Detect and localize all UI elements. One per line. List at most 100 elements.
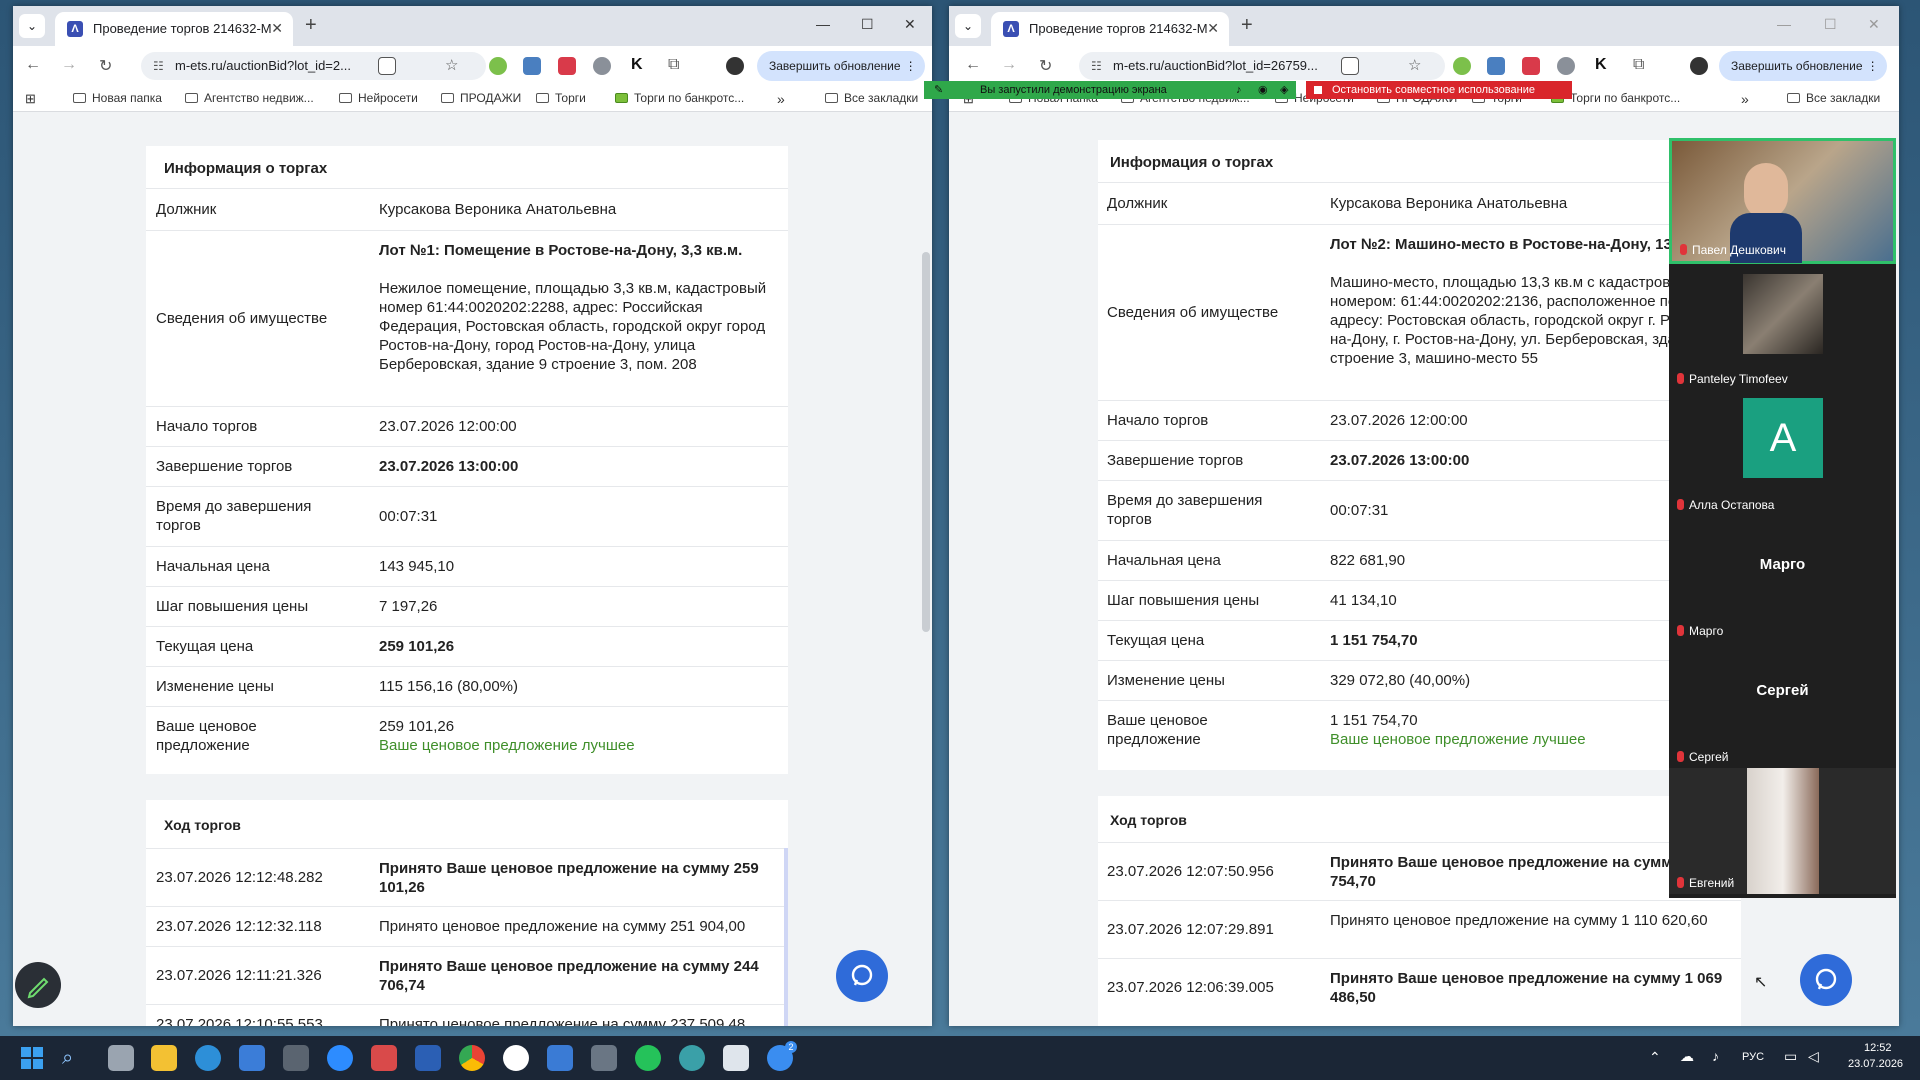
- minimize-icon[interactable]: —: [816, 16, 830, 32]
- maximize-icon[interactable]: ☐: [1824, 16, 1837, 33]
- pause-share-icon[interactable]: ◉: [1258, 81, 1268, 99]
- tab-search-chevron-icon[interactable]: ⌄: [955, 14, 981, 38]
- extensions-puzzle-icon[interactable]: ⧉: [1633, 56, 1644, 74]
- messenger-app-icon[interactable]: 2: [767, 1041, 797, 1071]
- tray-chevron-up-icon[interactable]: ⌃: [1649, 1049, 1661, 1066]
- back-arrow-icon[interactable]: ←: [965, 56, 981, 74]
- reload-icon[interactable]: ↻: [99, 56, 112, 76]
- install-app-icon[interactable]: [378, 57, 396, 75]
- extension-icon[interactable]: [1557, 57, 1575, 75]
- page-scrollbar[interactable]: [922, 252, 930, 632]
- stop-sharing-button[interactable]: Остановить совместное использование: [1306, 81, 1572, 99]
- history-scrollbar[interactable]: [784, 848, 788, 1026]
- extensions-puzzle-icon[interactable]: ⧉: [668, 56, 679, 74]
- extension-icon[interactable]: [558, 57, 576, 75]
- maximize-icon[interactable]: ☐: [861, 16, 874, 33]
- start-windows-icon[interactable]: [19, 1045, 45, 1071]
- profile-avatar[interactable]: [1690, 57, 1708, 75]
- search-icon[interactable]: ⌕: [62, 1045, 88, 1071]
- participant-tile[interactable]: Павел Дешкович: [1669, 138, 1896, 264]
- bookmark-folder[interactable]: Агентство недвиж...: [185, 91, 314, 105]
- extension-icon[interactable]: [489, 57, 507, 75]
- address-bar[interactable]: ☷ m-ets.ru/auctionBid?lot_id=2...: [141, 52, 486, 80]
- telegram-app-icon[interactable]: [371, 1045, 397, 1071]
- chrome-browser-icon[interactable]: [459, 1045, 485, 1071]
- pin-icon[interactable]: ✎: [934, 81, 943, 99]
- more-bookmarks-chevron-icon[interactable]: »: [1741, 91, 1749, 107]
- all-bookmarks[interactable]: Все закладки: [1787, 91, 1880, 105]
- file-explorer-icon[interactable]: [151, 1045, 177, 1071]
- share-notice[interactable]: ✎ Вы запустили демонстрацию экрана ♪ ◉ ◈: [924, 81, 1296, 99]
- apps-grid-icon[interactable]: ⊞: [25, 91, 36, 107]
- extension-icon[interactable]: [1487, 57, 1505, 75]
- clock-time[interactable]: 12:52: [1864, 1042, 1892, 1054]
- all-bookmarks[interactable]: Все закладки: [825, 91, 918, 105]
- extension-icon[interactable]: [1453, 57, 1471, 75]
- participant-tile[interactable]: Евгений: [1669, 768, 1896, 894]
- new-tab-plus-icon[interactable]: +: [305, 14, 317, 37]
- finish-update-button[interactable]: Завершить обновление ⋮: [757, 51, 925, 81]
- menu-dots-icon[interactable]: ⋮: [905, 51, 917, 81]
- more-bookmarks-chevron-icon[interactable]: »: [777, 91, 785, 107]
- site-info-icon[interactable]: ☷: [153, 52, 164, 80]
- zoom-app-icon[interactable]: [327, 1045, 353, 1071]
- tab-auction[interactable]: Λ Проведение торгов 214632-М ✕: [991, 12, 1229, 46]
- back-arrow-icon[interactable]: ←: [25, 56, 41, 74]
- notepad-icon[interactable]: [547, 1045, 573, 1071]
- install-app-icon[interactable]: [1341, 57, 1359, 75]
- bookmark-star-icon[interactable]: ☆: [1408, 56, 1421, 74]
- bookmark-folder[interactable]: Нейросети: [339, 91, 418, 105]
- bookmark-star-icon[interactable]: ☆: [445, 56, 458, 74]
- tab-search-chevron-icon[interactable]: ⌄: [19, 14, 45, 38]
- close-window-icon[interactable]: ✕: [904, 16, 916, 33]
- minimize-icon[interactable]: —: [1777, 16, 1791, 32]
- bookmark-link[interactable]: Торги по банкротс...: [615, 91, 744, 105]
- globe-app-icon[interactable]: [679, 1045, 705, 1071]
- participant-tile[interactable]: Сергей Сергей: [1669, 642, 1896, 768]
- whatsapp-icon[interactable]: [635, 1045, 661, 1071]
- finish-update-button[interactable]: Завершить обновление ⋮: [1719, 51, 1887, 81]
- chat-button[interactable]: [1800, 954, 1852, 1006]
- calculator-icon[interactable]: [591, 1045, 617, 1071]
- annotate-button[interactable]: [15, 962, 61, 1008]
- participant-tile[interactable]: A Алла Остапова: [1669, 390, 1896, 516]
- participant-tile[interactable]: Марго Марго: [1669, 516, 1896, 642]
- mic-icon[interactable]: ♪: [1236, 81, 1242, 99]
- camera-icon[interactable]: [283, 1045, 309, 1071]
- shield-icon[interactable]: ◈: [1280, 81, 1288, 99]
- extension-icon[interactable]: [523, 57, 541, 75]
- volume-icon[interactable]: ◁: [1808, 1048, 1819, 1065]
- clock-date[interactable]: 23.07.2026: [1848, 1058, 1903, 1070]
- close-tab-icon[interactable]: ✕: [1207, 20, 1219, 37]
- bookmark-folder[interactable]: Новая папка: [73, 91, 162, 105]
- network-icon[interactable]: ▭: [1784, 1048, 1797, 1065]
- yandex-browser-icon[interactable]: [503, 1045, 529, 1071]
- word-app-icon[interactable]: [415, 1045, 441, 1071]
- close-tab-icon[interactable]: ✕: [271, 20, 283, 37]
- site-info-icon[interactable]: ☷: [1091, 52, 1102, 80]
- language-indicator[interactable]: РУС: [1742, 1051, 1764, 1063]
- extension-k-icon[interactable]: K: [1595, 56, 1607, 74]
- extension-icon[interactable]: [593, 57, 611, 75]
- bookmark-folder[interactable]: ПРОДАЖИ: [441, 91, 521, 105]
- edge-browser-icon[interactable]: [195, 1045, 221, 1071]
- reload-icon[interactable]: ↻: [1039, 56, 1052, 76]
- menu-dots-icon[interactable]: ⋮: [1867, 51, 1879, 81]
- bookmark-folder[interactable]: Торги: [536, 91, 586, 105]
- extension-icon[interactable]: [1522, 57, 1540, 75]
- profile-avatar[interactable]: [726, 57, 744, 75]
- microphone-icon[interactable]: ♪: [1712, 1048, 1719, 1064]
- tray-app-icon[interactable]: ☁: [1680, 1048, 1694, 1065]
- chat-button[interactable]: [836, 950, 888, 1002]
- address-bar[interactable]: ☷ m-ets.ru/auctionBid?lot_id=26759...: [1079, 52, 1445, 80]
- forward-arrow-icon[interactable]: →: [61, 56, 77, 74]
- close-window-icon[interactable]: ✕: [1868, 16, 1880, 33]
- task-view-icon[interactable]: [108, 1045, 134, 1071]
- extension-k-icon[interactable]: K: [631, 56, 643, 74]
- mail-app-icon[interactable]: [723, 1045, 749, 1071]
- participant-tile[interactable]: Panteley Timofeev: [1669, 264, 1896, 390]
- tab-auction[interactable]: Λ Проведение торгов 214632-М ✕: [55, 12, 293, 46]
- store-icon[interactable]: [239, 1045, 265, 1071]
- new-tab-plus-icon[interactable]: +: [1241, 14, 1253, 37]
- forward-arrow-icon[interactable]: →: [1001, 56, 1017, 74]
